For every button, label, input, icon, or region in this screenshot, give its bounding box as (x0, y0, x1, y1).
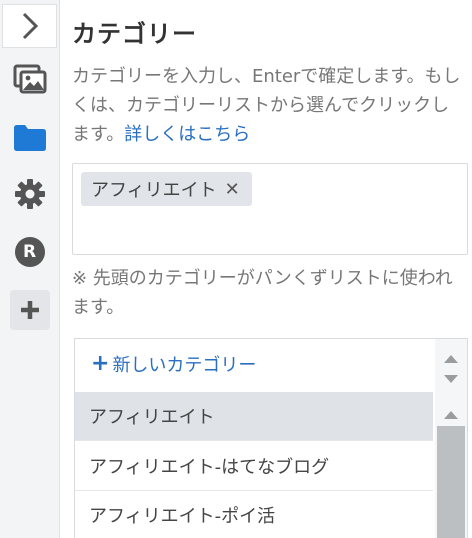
list-item-label: アフィリエイト-ポイ活 (89, 506, 276, 527)
scroll-down-icon[interactable] (443, 371, 459, 383)
plus-icon: + (91, 351, 110, 376)
scroll-up-icon[interactable] (443, 349, 459, 363)
scrollbar[interactable] (435, 339, 467, 538)
folder-button[interactable] (0, 116, 59, 160)
r-circle-icon: R (14, 237, 45, 267)
new-category-label: 新しいカテゴリー (112, 355, 257, 376)
sidebar-rail: R (0, 0, 60, 538)
collapse-button[interactable] (2, 4, 57, 48)
scroll-up-icon[interactable] (443, 405, 459, 419)
add-button[interactable] (10, 290, 50, 330)
r-badge-label: R (22, 242, 37, 262)
details-link[interactable]: 詳しくはこちら (124, 124, 250, 145)
list-item-label: アフィリエイト-はてなブログ (89, 457, 330, 478)
panel-description: カテゴリーを入力し、Enterで確定します。もしくは、カテゴリーリストから選んで… (72, 62, 466, 149)
new-category-button[interactable]: + 新しいカテゴリー (91, 351, 256, 377)
images-button[interactable] (0, 57, 59, 101)
close-icon[interactable]: ✕ (225, 179, 240, 200)
r-button[interactable]: R (0, 230, 59, 274)
chevron-right-icon (21, 12, 39, 40)
settings-button[interactable] (0, 172, 59, 216)
category-list: + 新しいカテゴリー アフィリエイト アフィリエイト-はてなブログ アフィリエイ… (74, 338, 468, 538)
list-item[interactable]: アフィリエイト-ポイ活 (75, 491, 433, 538)
breadcrumb-note: ※ 先頭のカテゴリーがパンくずリストに使われます。 (72, 268, 453, 318)
category-tag-label: アフィリエイト (91, 180, 217, 201)
images-icon (13, 64, 47, 94)
gear-icon (14, 179, 45, 209)
category-input[interactable]: アフィリエイト ✕ (72, 163, 468, 255)
list-item[interactable]: アフィリエイト-はてなブログ (75, 442, 433, 491)
scrollbar-thumb[interactable] (437, 426, 465, 538)
category-tag: アフィリエイト ✕ (81, 172, 252, 206)
folder-icon (13, 125, 46, 151)
plus-icon (20, 300, 40, 320)
panel-title: カテゴリー (72, 20, 197, 48)
list-item[interactable]: アフィリエイト (75, 392, 433, 441)
list-item-label: アフィリエイト (89, 407, 215, 428)
